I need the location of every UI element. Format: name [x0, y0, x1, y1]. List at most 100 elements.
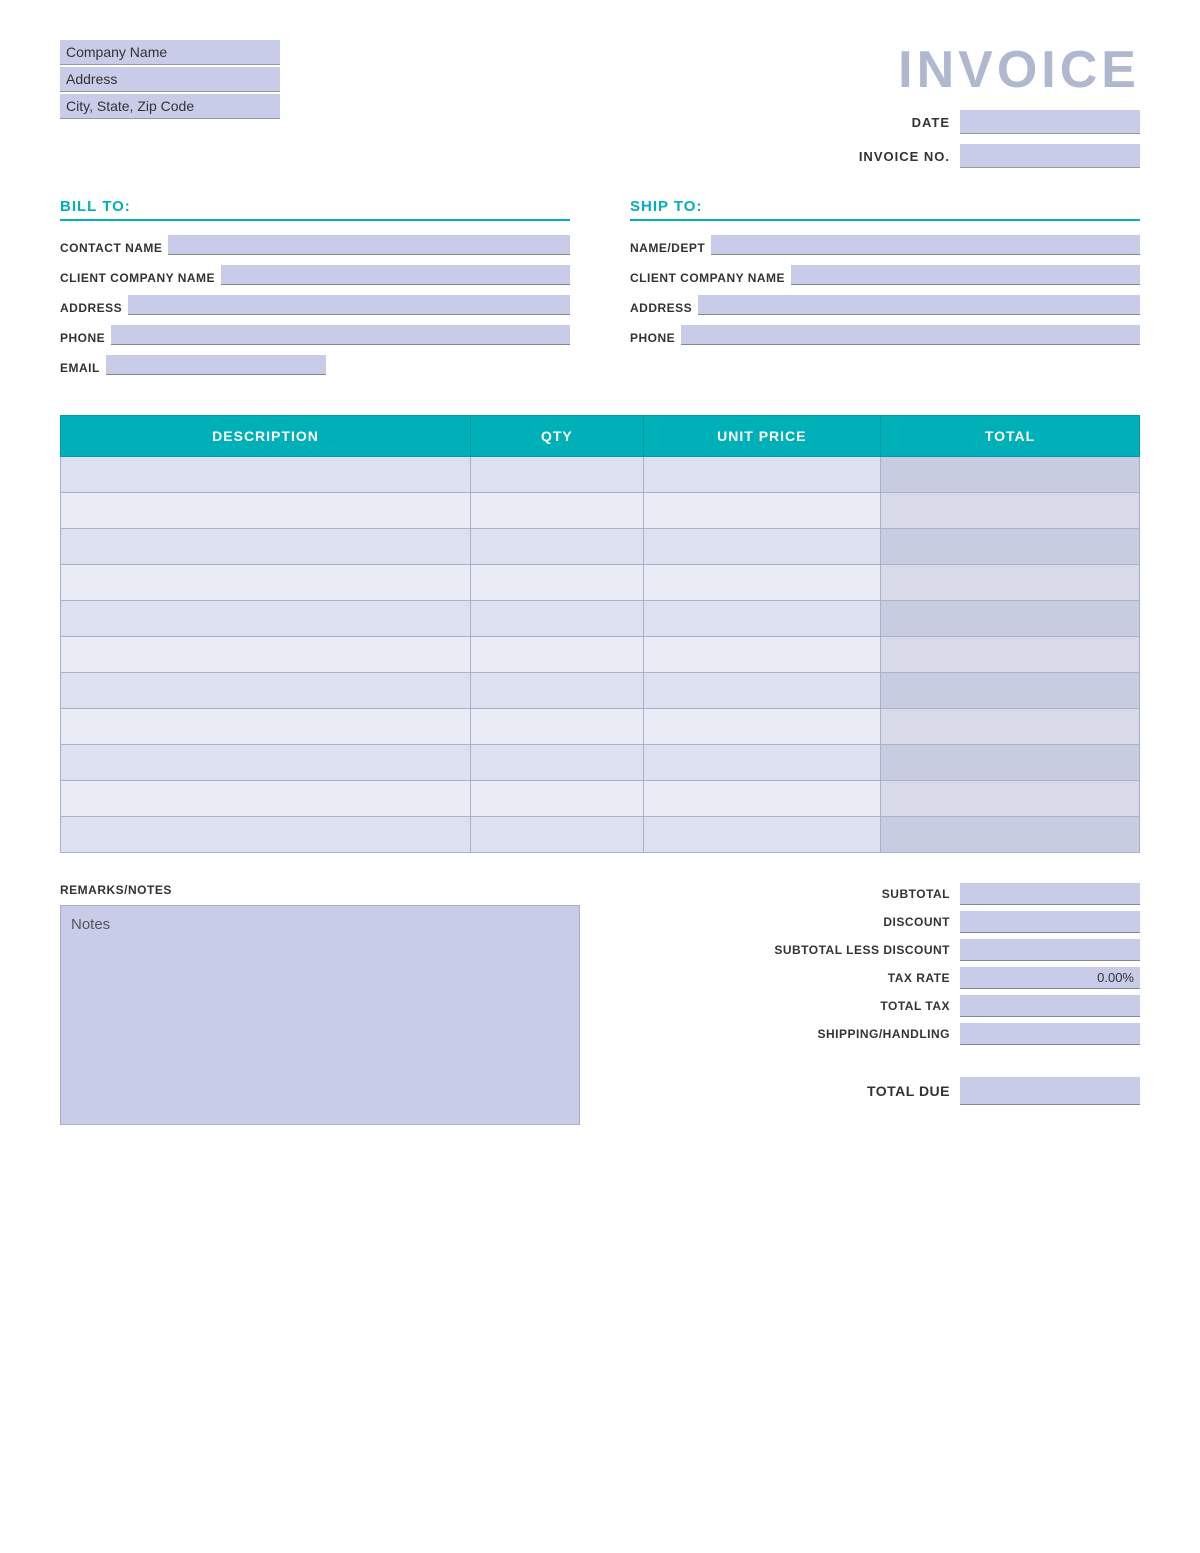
shipping-row: SHIPPING/HANDLING — [620, 1023, 1140, 1045]
row-desc-cell[interactable] — [61, 529, 471, 565]
table-row[interactable] — [61, 673, 1140, 709]
company-name-field[interactable]: Company Name — [60, 40, 280, 65]
row-qty-cell[interactable] — [471, 529, 644, 565]
total-due-row: TOTAL DUE — [620, 1077, 1140, 1105]
bill-to-col: BILL TO: CONTACT NAME CLIENT COMPANY NAM… — [60, 198, 570, 385]
table-row[interactable] — [61, 745, 1140, 781]
row-desc-cell[interactable] — [61, 565, 471, 601]
ship-to-title: SHIP TO: — [630, 198, 1140, 221]
ship-address-field[interactable] — [698, 295, 1140, 315]
row-price-cell[interactable] — [643, 565, 880, 601]
subtotal-field[interactable] — [960, 883, 1140, 905]
row-price-cell[interactable] — [643, 637, 880, 673]
row-qty-cell[interactable] — [471, 637, 644, 673]
shipping-label: SHIPPING/HANDLING — [750, 1027, 950, 1041]
ship-phone-field[interactable] — [681, 325, 1140, 345]
row-desc-cell[interactable] — [61, 709, 471, 745]
col-total-header: TOTAL — [881, 416, 1140, 457]
row-total-cell[interactable] — [881, 673, 1140, 709]
bill-phone-field[interactable] — [111, 325, 570, 345]
row-price-cell[interactable] — [643, 601, 880, 637]
items-table: DESCRIPTION QTY UNIT PRICE TOTAL — [60, 415, 1140, 853]
row-qty-cell[interactable] — [471, 745, 644, 781]
table-row[interactable] — [61, 565, 1140, 601]
row-desc-cell[interactable] — [61, 493, 471, 529]
company-address-field[interactable]: Address — [60, 67, 280, 92]
bill-contact-row: CONTACT NAME — [60, 235, 570, 255]
row-price-cell[interactable] — [643, 457, 880, 493]
row-desc-cell[interactable] — [61, 601, 471, 637]
row-total-cell[interactable] — [881, 745, 1140, 781]
row-price-cell[interactable] — [643, 673, 880, 709]
row-total-cell[interactable] — [881, 637, 1140, 673]
total-tax-field[interactable] — [960, 995, 1140, 1017]
row-total-cell[interactable] — [881, 493, 1140, 529]
subtotal-less-field[interactable] — [960, 939, 1140, 961]
discount-row: DISCOUNT — [620, 911, 1140, 933]
invoice-title: INVOICE — [840, 40, 1140, 100]
row-qty-cell[interactable] — [471, 565, 644, 601]
ship-company-row: CLIENT COMPANY NAME — [630, 265, 1140, 285]
table-row[interactable] — [61, 817, 1140, 853]
row-qty-cell[interactable] — [471, 709, 644, 745]
row-total-cell[interactable] — [881, 457, 1140, 493]
bill-email-row: EMAIL — [60, 355, 570, 375]
row-desc-cell[interactable] — [61, 745, 471, 781]
row-qty-cell[interactable] — [471, 601, 644, 637]
row-price-cell[interactable] — [643, 493, 880, 529]
table-row[interactable] — [61, 601, 1140, 637]
table-row[interactable] — [61, 529, 1140, 565]
bill-contact-label: CONTACT NAME — [60, 241, 162, 255]
row-total-cell[interactable] — [881, 817, 1140, 853]
date-field[interactable] — [960, 110, 1140, 134]
row-total-cell[interactable] — [881, 565, 1140, 601]
table-row[interactable] — [61, 709, 1140, 745]
ship-company-field[interactable] — [791, 265, 1140, 285]
row-total-cell[interactable] — [881, 709, 1140, 745]
bill-contact-field[interactable] — [168, 235, 570, 255]
table-row[interactable] — [61, 457, 1140, 493]
row-desc-cell[interactable] — [61, 673, 471, 709]
row-desc-cell[interactable] — [61, 817, 471, 853]
tax-rate-field[interactable]: 0.00% — [960, 967, 1140, 989]
table-row[interactable] — [61, 493, 1140, 529]
bill-address-field[interactable] — [128, 295, 570, 315]
row-price-cell[interactable] — [643, 781, 880, 817]
row-qty-cell[interactable] — [471, 817, 644, 853]
row-qty-cell[interactable] — [471, 493, 644, 529]
table-row[interactable] — [61, 781, 1140, 817]
discount-field[interactable] — [960, 911, 1140, 933]
notes-title: Notes — [61, 906, 579, 933]
row-total-cell[interactable] — [881, 529, 1140, 565]
row-qty-cell[interactable] — [471, 457, 644, 493]
ship-name-field[interactable] — [711, 235, 1140, 255]
notes-box[interactable]: Notes — [60, 905, 580, 1125]
total-due-field[interactable] — [960, 1077, 1140, 1105]
invoice-meta: DATE INVOICE NO. — [840, 110, 1140, 168]
row-total-cell[interactable] — [881, 601, 1140, 637]
row-desc-cell[interactable] — [61, 781, 471, 817]
row-price-cell[interactable] — [643, 529, 880, 565]
ship-address-label: ADDRESS — [630, 301, 692, 315]
subtotal-less-label: SUBTOTAL LESS DISCOUNT — [750, 943, 950, 957]
row-desc-cell[interactable] — [61, 457, 471, 493]
bill-company-field[interactable] — [221, 265, 570, 285]
row-total-cell[interactable] — [881, 781, 1140, 817]
row-desc-cell[interactable] — [61, 637, 471, 673]
bill-email-field[interactable] — [106, 355, 326, 375]
shipping-field[interactable] — [960, 1023, 1140, 1045]
invoice-no-field[interactable] — [960, 144, 1140, 168]
ship-name-row: NAME/DEPT — [630, 235, 1140, 255]
bill-company-row: CLIENT COMPANY NAME — [60, 265, 570, 285]
invoice-no-label: INVOICE NO. — [840, 149, 950, 164]
row-qty-cell[interactable] — [471, 781, 644, 817]
ship-phone-label: PHONE — [630, 331, 675, 345]
company-city-field[interactable]: City, State, Zip Code — [60, 94, 280, 119]
row-price-cell[interactable] — [643, 817, 880, 853]
row-qty-cell[interactable] — [471, 673, 644, 709]
table-row[interactable] — [61, 637, 1140, 673]
bill-address-label: ADDRESS — [60, 301, 122, 315]
row-price-cell[interactable] — [643, 709, 880, 745]
ship-address-row: ADDRESS — [630, 295, 1140, 315]
row-price-cell[interactable] — [643, 745, 880, 781]
